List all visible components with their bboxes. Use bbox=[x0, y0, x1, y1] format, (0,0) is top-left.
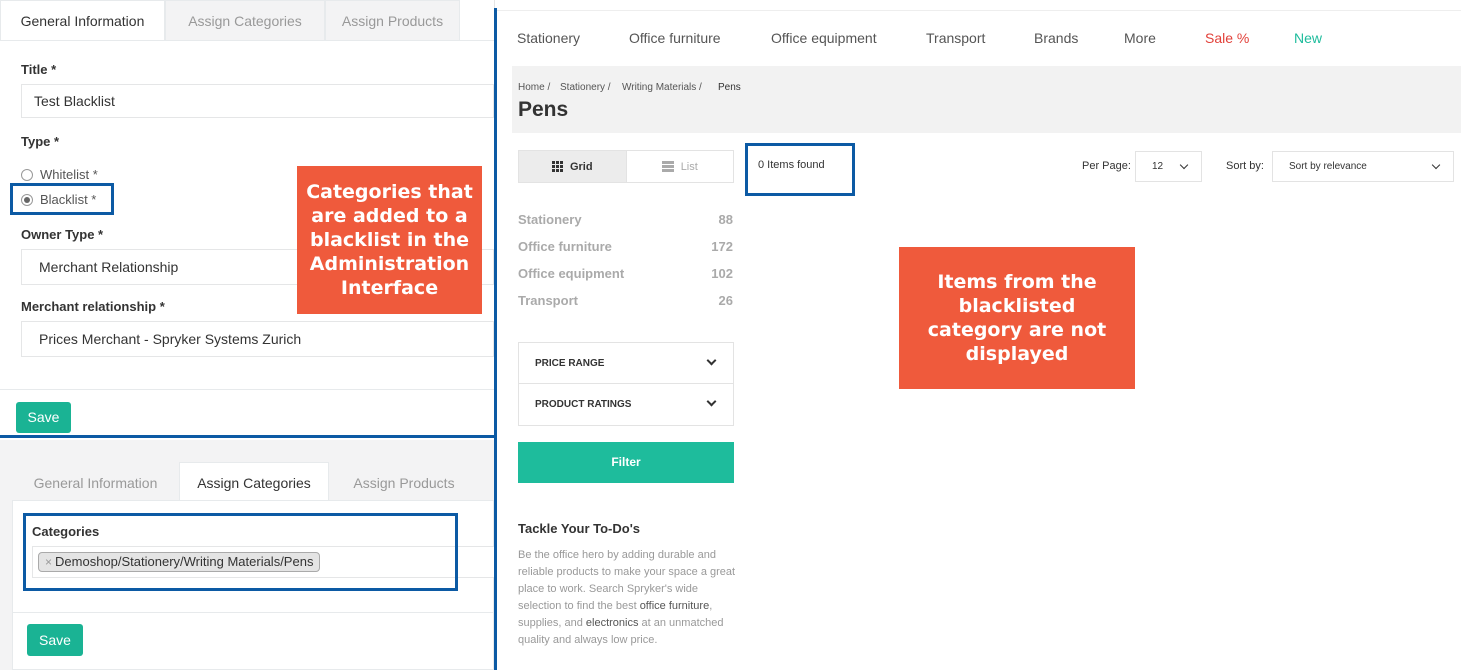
nav-more[interactable]: More bbox=[1124, 30, 1156, 46]
tab-assign-products[interactable]: Assign Products bbox=[325, 0, 460, 41]
nav-top-border bbox=[497, 10, 1461, 11]
filter-product-ratings-label: PRODUCT RATINGS bbox=[535, 399, 632, 410]
tab-general-information[interactable]: General Information bbox=[12, 462, 179, 503]
sort-by-label: Sort by: bbox=[1226, 160, 1264, 172]
title-label: Title * bbox=[21, 62, 57, 77]
admin-bottom-tabs: General Information Assign Categories As… bbox=[12, 462, 479, 503]
save-button[interactable]: Save bbox=[27, 624, 83, 656]
vertical-divider bbox=[494, 8, 497, 670]
nav-office-furniture[interactable]: Office furniture bbox=[629, 30, 721, 46]
nav-new[interactable]: New bbox=[1294, 30, 1322, 46]
tab-general-information[interactable]: General Information bbox=[0, 0, 165, 41]
tab-assign-categories[interactable]: Assign Categories bbox=[179, 462, 329, 503]
nav-office-equipment[interactable]: Office equipment bbox=[771, 30, 877, 46]
title-input[interactable]: Test Blacklist bbox=[21, 84, 494, 118]
view-toggle: Grid List bbox=[518, 150, 734, 183]
breadcrumb-bar bbox=[512, 66, 1461, 133]
promo-text: Be the office hero by adding durable and… bbox=[518, 547, 743, 649]
radio-whitelist-circle[interactable] bbox=[21, 168, 33, 181]
sort-by-value: Sort by relevance bbox=[1289, 161, 1367, 172]
owner-type-label: Owner Type * bbox=[21, 227, 104, 242]
tab-assign-categories[interactable]: Assign Categories bbox=[165, 0, 325, 41]
merchant-relationship-label: Merchant relationship * bbox=[21, 299, 165, 314]
form-footer-divider bbox=[0, 389, 494, 390]
category-count: 172 bbox=[711, 239, 733, 254]
radio-whitelist[interactable]: Whitelist * bbox=[21, 167, 98, 182]
chevron-down-icon bbox=[1431, 160, 1441, 170]
filter-price-range[interactable]: PRICE RANGE bbox=[519, 343, 733, 384]
breadcrumb-stationery[interactable]: Stationery / bbox=[560, 82, 611, 93]
nav-brands[interactable]: Brands bbox=[1034, 30, 1078, 46]
shop-callout: Items from the blacklisted category are … bbox=[899, 247, 1135, 389]
grid-view-label: Grid bbox=[569, 160, 593, 173]
per-page-value: 12 bbox=[1152, 161, 1164, 172]
list-view-button[interactable]: List bbox=[627, 151, 734, 182]
nav-transport[interactable]: Transport bbox=[926, 30, 985, 46]
category-filter-office-equipment[interactable]: Office equipment bbox=[518, 266, 624, 281]
type-label: Type * bbox=[21, 134, 60, 149]
tab-assign-products[interactable]: Assign Products bbox=[329, 462, 479, 503]
filter-button[interactable]: Filter bbox=[518, 442, 734, 483]
admin-callout: Categories that are added to a blacklist… bbox=[297, 166, 482, 314]
merchant-relationship-select[interactable]: Prices Merchant - Spryker Systems Zurich bbox=[21, 321, 494, 357]
items-found-count: 0 Items found bbox=[758, 159, 825, 171]
category-filter-office-furniture[interactable]: Office furniture bbox=[518, 239, 612, 254]
chevron-down-icon bbox=[1179, 160, 1189, 170]
promo-link-electronics[interactable]: electronics bbox=[586, 617, 639, 629]
blacklist-highlight bbox=[10, 183, 114, 215]
per-page-label: Per Page: bbox=[1082, 160, 1131, 172]
tab-underline bbox=[0, 40, 494, 41]
category-count: 102 bbox=[711, 266, 733, 281]
breadcrumb-writing-materials[interactable]: Writing Materials / bbox=[622, 82, 702, 93]
breadcrumb-home[interactable]: Home / bbox=[518, 82, 550, 93]
categories-highlight bbox=[23, 513, 458, 591]
category-count: 26 bbox=[718, 293, 733, 308]
nav-sale[interactable]: Sale % bbox=[1205, 30, 1249, 46]
category-filter-stationery[interactable]: Stationery bbox=[518, 212, 582, 227]
panel-footer-divider bbox=[13, 612, 495, 613]
page-title: Pens bbox=[518, 98, 569, 121]
category-filter-transport[interactable]: Transport bbox=[518, 293, 578, 308]
promo-link-office-furniture[interactable]: office furniture bbox=[640, 600, 710, 612]
chevron-down-icon bbox=[706, 355, 717, 366]
filter-product-ratings[interactable]: PRODUCT RATINGS bbox=[519, 384, 733, 425]
category-count: 88 bbox=[718, 212, 733, 227]
breadcrumb-pens: Pens bbox=[718, 82, 741, 93]
nav-stationery[interactable]: Stationery bbox=[517, 30, 580, 46]
promo-title: Tackle Your To-Do's bbox=[518, 521, 641, 536]
save-button[interactable]: Save bbox=[16, 402, 71, 433]
radio-whitelist-label: Whitelist * bbox=[40, 167, 98, 182]
sort-by-select[interactable]: Sort by relevance bbox=[1272, 151, 1454, 182]
grid-icon bbox=[551, 161, 563, 172]
admin-tabs: General Information Assign Categories As… bbox=[0, 0, 460, 41]
filter-accordion: PRICE RANGE PRODUCT RATINGS bbox=[518, 342, 734, 426]
horizontal-divider bbox=[0, 435, 497, 438]
per-page-select[interactable]: 12 bbox=[1135, 151, 1202, 182]
grid-view-button[interactable]: Grid bbox=[519, 151, 627, 182]
filter-price-range-label: PRICE RANGE bbox=[535, 358, 605, 369]
list-icon bbox=[661, 161, 674, 172]
chevron-down-icon bbox=[706, 396, 717, 407]
list-view-label: List bbox=[680, 160, 698, 173]
